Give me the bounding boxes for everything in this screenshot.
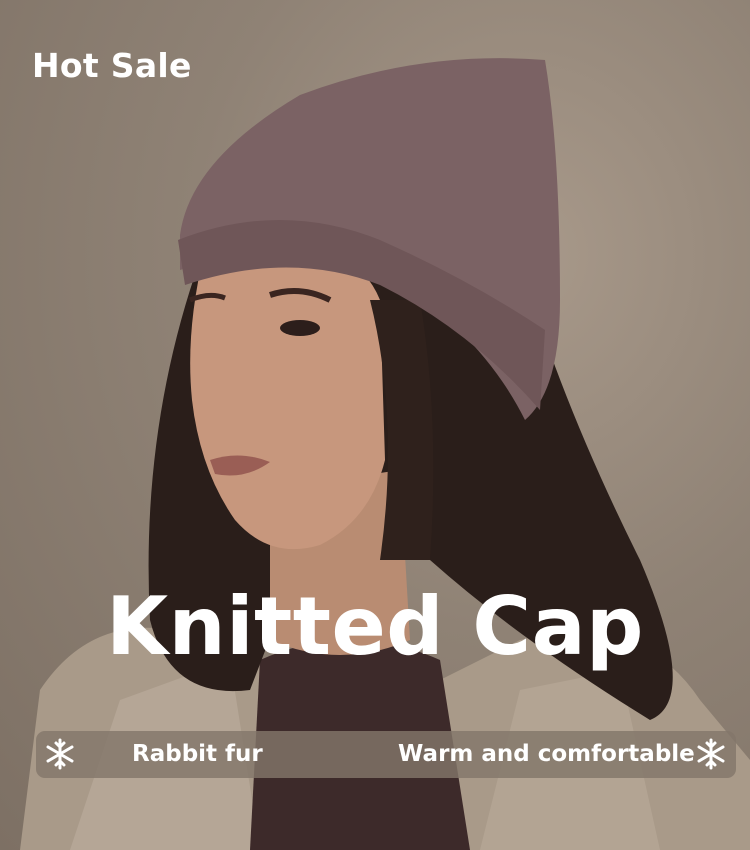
- feature-warm-comfortable: Warm and comfortable: [398, 741, 695, 767]
- hot-sale-label: Hot Sale: [32, 46, 192, 85]
- product-banner: Hot Sale Knitted Cap Rabbit fur Warm and…: [0, 0, 750, 850]
- snowflake-icon: [697, 738, 725, 770]
- model-photo: [20, 58, 750, 850]
- feature-rabbit-fur: Rabbit fur: [132, 741, 263, 767]
- product-title: Knitted Cap: [106, 580, 644, 673]
- feature-bar: Rabbit fur Warm and comfortable: [36, 731, 736, 778]
- snowflake-icon: [46, 738, 74, 770]
